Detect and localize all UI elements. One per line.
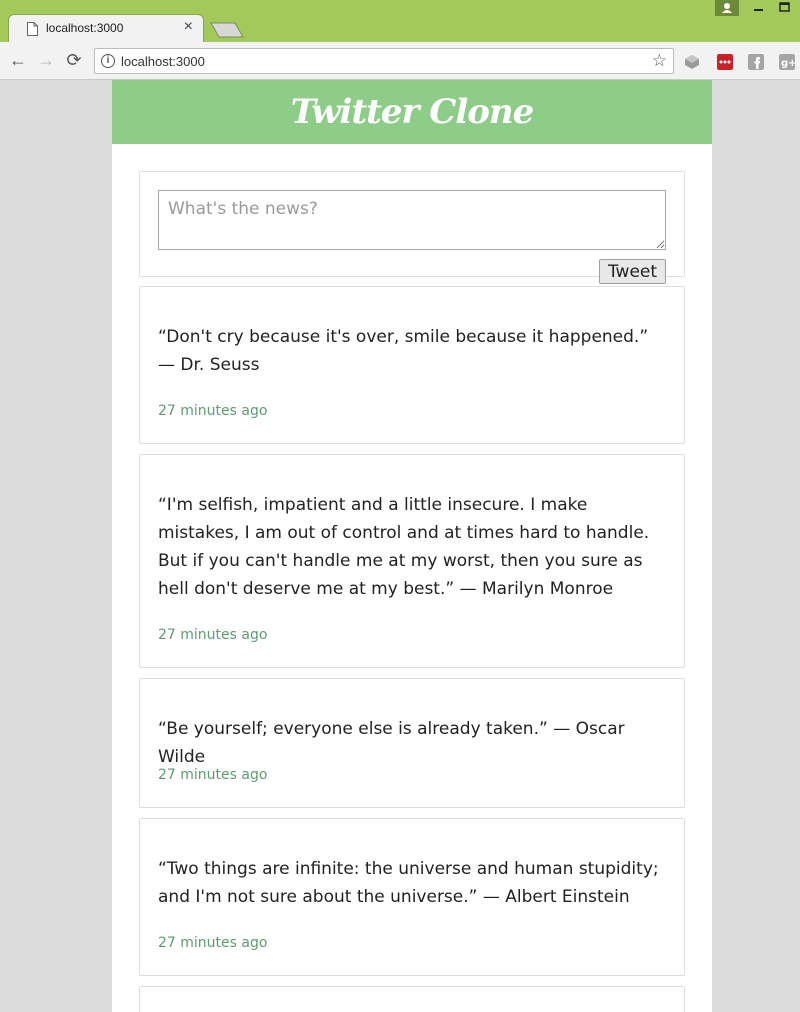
google-plus-icon[interactable]: g+: [779, 54, 795, 70]
app-page: Twitter Clone Tweet “Don't cry because i…: [112, 80, 712, 1012]
tweet-text: “Be yourself; everyone else is already t…: [158, 719, 625, 767]
browser-titlebar: localhost:3000 ×: [0, 0, 800, 44]
url-text[interactable]: localhost:3000: [121, 54, 205, 69]
page-icon: [27, 22, 38, 36]
info-icon[interactable]: i: [101, 54, 115, 68]
tweet-card: “Be yourself; everyone else is already t…: [139, 678, 685, 808]
app-header: Twitter Clone: [112, 80, 712, 144]
tweet-card: [139, 986, 685, 1012]
tweet-timestamp: 27 minutes ago: [158, 403, 268, 419]
bookmark-star-icon[interactable]: ☆: [652, 51, 667, 71]
maximize-icon[interactable]: [776, 0, 794, 16]
tweet-timestamp: 27 minutes ago: [158, 935, 268, 951]
forward-arrow-icon[interactable]: →: [35, 50, 57, 72]
browser-tab[interactable]: localhost:3000 ×: [8, 14, 204, 44]
tweet-card: “Don't cry because it's over, smile beca…: [139, 286, 685, 444]
lastpass-icon[interactable]: [717, 54, 733, 70]
tweet-timestamp: 27 minutes ago: [158, 627, 268, 643]
reload-icon[interactable]: ⟳: [63, 50, 85, 72]
tweet-text: “I'm selfish, impatient and a little ins…: [158, 495, 650, 599]
tweet-timestamp: 27 minutes ago: [158, 767, 268, 783]
tab-close-icon[interactable]: ×: [184, 18, 193, 36]
user-profile-icon[interactable]: [715, 0, 739, 16]
tab-title: localhost:3000: [46, 21, 124, 35]
minimize-icon[interactable]: [750, 0, 768, 16]
app-logo-title: Twitter Clone: [290, 92, 535, 132]
tweet-text: “Don't cry because it's over, smile beca…: [158, 327, 649, 375]
address-bar[interactable]: i localhost:3000 ☆: [94, 48, 674, 74]
extension-cube-icon[interactable]: [684, 54, 700, 70]
new-tab-button[interactable]: [210, 22, 244, 38]
back-arrow-icon[interactable]: ←: [7, 50, 29, 72]
tweet-card: “Two things are infinite: the universe a…: [139, 818, 685, 976]
facebook-icon[interactable]: [748, 54, 764, 70]
tweet-card: “I'm selfish, impatient and a little ins…: [139, 454, 685, 668]
tweet-button[interactable]: Tweet: [599, 259, 666, 284]
browser-toolbar: ← → ⟳ i localhost:3000 ☆ g+: [0, 42, 800, 80]
tweet-composer: Tweet: [139, 171, 685, 284]
svg-text:g+: g+: [781, 58, 795, 69]
news-textarea[interactable]: [158, 190, 666, 250]
tweet-text: “Two things are infinite: the universe a…: [158, 859, 659, 907]
